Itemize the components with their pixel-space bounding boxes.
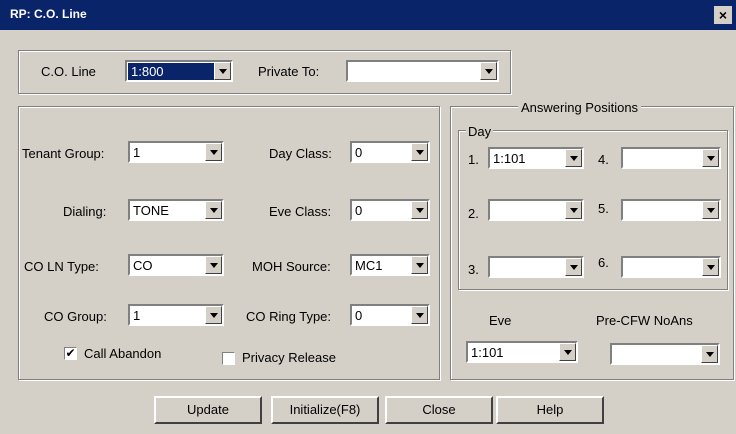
tenant-group-label: Tenant Group: <box>22 146 105 161</box>
close-button[interactable]: Close <box>385 396 493 424</box>
chevron-down-icon[interactable] <box>559 343 576 361</box>
eve-class-label: Eve Class: <box>269 204 332 219</box>
eve-label: Eve <box>489 313 512 328</box>
eve-class-value: 0 <box>355 203 363 218</box>
initialize-button[interactable]: Initialize(F8) <box>271 396 379 424</box>
position-1-num: 1. <box>468 152 479 167</box>
co-ln-type-value: CO <box>133 258 153 273</box>
chevron-down-icon[interactable] <box>702 258 719 276</box>
position-6-select[interactable] <box>621 256 721 278</box>
chevron-down-icon[interactable] <box>214 62 231 80</box>
position-2-select[interactable] <box>488 199 584 221</box>
co-ring-type-select[interactable]: 0 <box>350 304 430 326</box>
private-to-select[interactable] <box>346 60 499 82</box>
co-ring-type-label: CO Ring Type: <box>246 309 332 324</box>
co-group-select[interactable]: 1 <box>128 304 224 326</box>
moh-source-label: MOH Source: <box>252 259 331 274</box>
day-class-label: Day Class: <box>269 146 332 161</box>
chevron-down-icon[interactable] <box>701 345 718 363</box>
moh-source-select[interactable]: MC1 <box>350 254 430 276</box>
co-line-value: 1:800 <box>128 63 216 80</box>
position-4-num: 4. <box>598 152 609 167</box>
privacy-release-label: Privacy Release <box>242 350 336 365</box>
position-1-value: 1:101 <box>493 151 526 166</box>
chevron-down-icon[interactable] <box>702 201 719 219</box>
position-1-select[interactable]: 1:101 <box>488 147 584 169</box>
chevron-down-icon[interactable] <box>205 143 222 161</box>
privacy-release-checkbox[interactable] <box>222 352 235 365</box>
dialing-value: TONE <box>133 203 169 218</box>
eve-value: 1:101 <box>471 345 504 360</box>
chevron-down-icon[interactable] <box>480 62 497 80</box>
tenant-group-value: 1 <box>133 145 141 160</box>
chevron-down-icon[interactable] <box>205 306 222 324</box>
help-button[interactable]: Help <box>496 396 604 424</box>
co-line-select[interactable]: 1:800 <box>125 60 233 82</box>
co-group-value: 1 <box>133 308 141 323</box>
window-title: RP: C.O. Line <box>10 7 87 21</box>
eve-class-select[interactable]: 0 <box>350 199 430 221</box>
dialing-select[interactable]: TONE <box>128 199 224 221</box>
position-2-num: 2. <box>468 206 479 221</box>
close-icon[interactable]: × <box>714 6 732 24</box>
day-class-value: 0 <box>355 145 363 160</box>
pre-cfw-noans-select[interactable] <box>610 343 720 365</box>
update-button[interactable]: Update <box>154 396 262 424</box>
day-class-select[interactable]: 0 <box>350 141 430 163</box>
position-3-num: 3. <box>468 262 479 277</box>
co-line-label: C.O. Line <box>41 64 96 79</box>
co-ln-type-label: CO LN Type: <box>24 259 99 274</box>
position-5-num: 5. <box>598 201 609 216</box>
co-ln-type-select[interactable]: CO <box>128 254 224 276</box>
day-title: Day <box>466 124 494 139</box>
chevron-down-icon[interactable] <box>565 149 582 167</box>
private-to-label: Private To: <box>258 64 320 79</box>
chevron-down-icon[interactable] <box>411 306 428 324</box>
co-group-label: CO Group: <box>44 309 107 324</box>
dialing-label: Dialing: <box>63 204 107 219</box>
eve-select[interactable]: 1:101 <box>466 341 578 363</box>
title-bar: RP: C.O. Line × <box>0 0 736 30</box>
chevron-down-icon[interactable] <box>205 256 222 274</box>
chevron-down-icon[interactable] <box>205 201 222 219</box>
chevron-down-icon[interactable] <box>565 258 582 276</box>
chevron-down-icon[interactable] <box>702 149 719 167</box>
chevron-down-icon[interactable] <box>411 143 428 161</box>
position-6-num: 6. <box>598 255 609 270</box>
position-4-select[interactable] <box>621 147 721 169</box>
co-ring-type-value: 0 <box>355 308 363 323</box>
call-abandon-checkbox[interactable]: ✔ <box>64 347 77 360</box>
call-abandon-label: Call Abandon <box>84 346 162 361</box>
answering-positions-title: Answering Positions <box>518 100 642 115</box>
position-5-select[interactable] <box>621 199 721 221</box>
position-3-select[interactable] <box>488 256 584 278</box>
chevron-down-icon[interactable] <box>565 201 582 219</box>
moh-source-value: MC1 <box>355 258 383 273</box>
tenant-group-select[interactable]: 1 <box>128 141 224 163</box>
chevron-down-icon[interactable] <box>411 256 428 274</box>
pre-cfw-noans-label: Pre-CFW NoAns <box>596 313 693 328</box>
chevron-down-icon[interactable] <box>411 201 428 219</box>
